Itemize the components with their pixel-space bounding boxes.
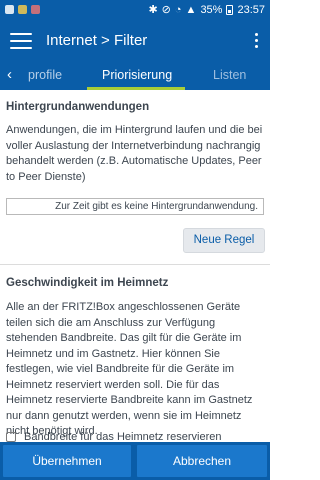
- reserve-bandwidth-row[interactable]: Bandbreite für das Heimnetz reservieren: [6, 431, 221, 442]
- app-bar: Internet > Filter: [0, 19, 270, 62]
- notification-icon: [31, 5, 40, 14]
- status-bar: ✱ ⊘ ◔ ▲ 35% 23:57: [0, 0, 270, 19]
- home-network-heading: Geschwindigkeit im Heimnetz: [6, 277, 169, 289]
- apply-button[interactable]: Übernehmen: [3, 445, 131, 477]
- tab-profile[interactable]: profile: [28, 68, 62, 82]
- notification-icon: [5, 5, 14, 14]
- battery-percent: 35%: [200, 3, 223, 16]
- background-apps-empty-notice: Zur Zeit gibt es keine Hintergrundanwend…: [6, 198, 264, 215]
- overflow-menu-icon[interactable]: [253, 33, 260, 48]
- content: Hintergrundanwendungen Anwendungen, die …: [0, 90, 270, 442]
- reserve-bandwidth-checkbox[interactable]: [6, 432, 16, 442]
- new-rule-button[interactable]: Neue Regel: [183, 228, 265, 253]
- home-network-description: Alle an der FRITZ!Box angeschlossenen Ge…: [6, 301, 253, 437]
- tab-listen[interactable]: Listen: [213, 68, 246, 82]
- bottom-bar: Übernehmen Abbrechen: [0, 442, 270, 480]
- battery-icon: [226, 4, 234, 15]
- tab-priorisierung[interactable]: Priorisierung: [102, 68, 172, 82]
- notification-icon: [18, 5, 27, 14]
- background-apps-heading: Hintergrundanwendungen: [6, 101, 150, 113]
- background-apps-description: Anwendungen, die im Hintergrund laufen u…: [6, 124, 263, 183]
- cancel-button[interactable]: Abbrechen: [137, 445, 267, 477]
- wifi-icon: ◔: [174, 3, 182, 16]
- bluetooth-icon: ✱: [148, 4, 158, 16]
- tab-bar: ‹ profile Priorisierung Listen: [0, 62, 270, 90]
- page-title: Internet > Filter: [46, 32, 148, 49]
- notification-icons: [5, 5, 40, 14]
- divider: [0, 264, 270, 265]
- chevron-left-icon[interactable]: ‹: [7, 66, 12, 83]
- clock: 23:57: [237, 3, 265, 16]
- mute-icon: ⊘: [161, 4, 171, 16]
- menu-icon[interactable]: [10, 32, 32, 49]
- reserve-bandwidth-label: Bandbreite für das Heimnetz reservieren: [24, 431, 222, 442]
- signal-icon: ▲: [185, 3, 197, 16]
